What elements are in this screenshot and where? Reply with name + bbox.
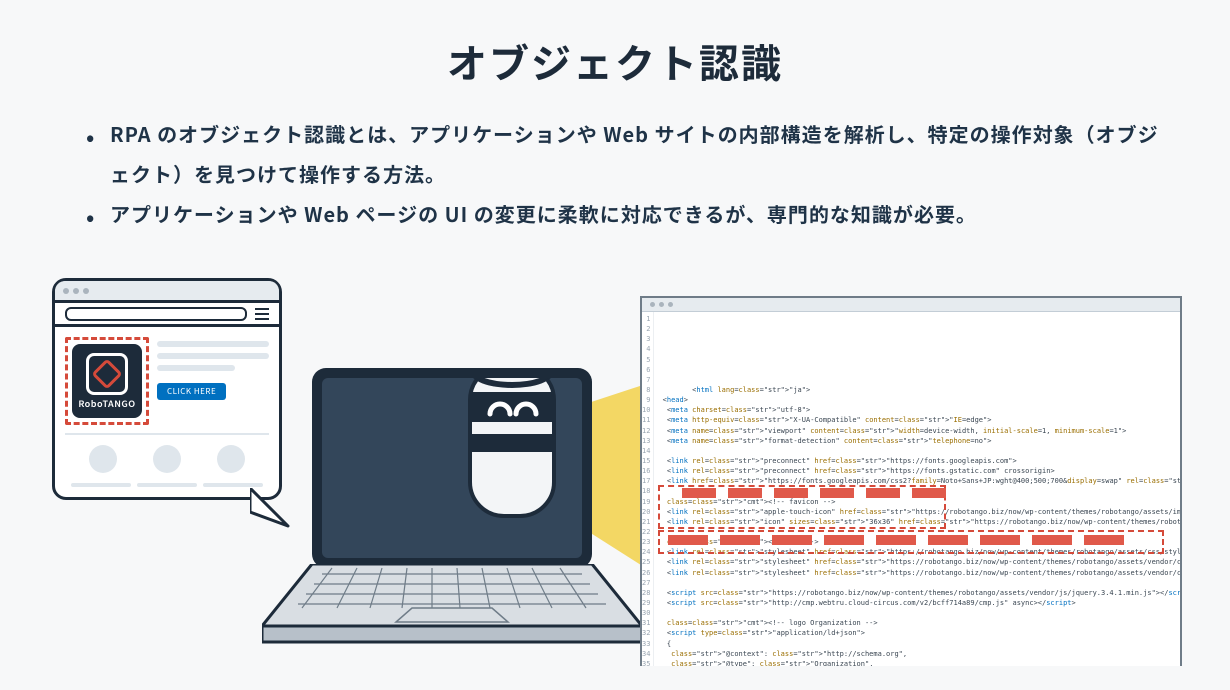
product-logo-card: RoboTANGO (72, 344, 142, 418)
traffic-light-icon (63, 288, 69, 294)
line-number-gutter: 1234567891011121314151617181920212223242… (642, 312, 654, 666)
avatar-placeholder-icon (217, 445, 245, 473)
avatar-placeholder-icon (153, 445, 181, 473)
url-field (65, 307, 247, 321)
bullet-list: RPA のオブジェクト認識とは、アプリケーションや Web サイトの内部構造を解… (100, 114, 1170, 234)
code-highlight-blocks (668, 535, 1124, 545)
product-logo-label: RoboTANGO (78, 397, 135, 410)
code-content: <html lang=class="str">"ja"> <head> <met… (654, 312, 1182, 666)
slide: オブジェクト認識 RPA のオブジェクト認識とは、アプリケーションや Web サ… (0, 0, 1230, 690)
bullet-item: RPA のオブジェクト認識とは、アプリケーションや Web サイトの内部構造を解… (100, 114, 1170, 194)
traffic-light-icon (83, 288, 89, 294)
robotango-logo-icon (86, 353, 128, 395)
traffic-light-icon (650, 302, 655, 307)
cta-button: CLICK HERE (157, 383, 226, 400)
traffic-light-icon (73, 288, 79, 294)
object-selection-outline: RoboTANGO (65, 337, 149, 425)
page-title: オブジェクト認識 (0, 0, 1230, 90)
traffic-light-icon (668, 302, 673, 307)
browser-preview: RoboTANGO CLICK HERE (52, 278, 282, 500)
code-selection-outline (658, 530, 1164, 554)
traffic-light-icon (659, 302, 664, 307)
placeholder-text: CLICK HERE (157, 337, 269, 400)
code-titlebar (642, 298, 1180, 312)
laptop-illustration (262, 368, 642, 668)
bullet-item: アプリケーションや Web ページの UI の変更に柔軟に対応できるが、専門的な… (100, 194, 1170, 234)
source-code-window: 1234567891011121314151617181920212223242… (640, 296, 1182, 666)
menu-icon (255, 308, 269, 320)
avatar-placeholder-icon (89, 445, 117, 473)
browser-titlebar (55, 281, 279, 303)
illustration: RoboTANGO CLICK HERE (52, 278, 1188, 678)
browser-url-bar (55, 303, 279, 327)
browser-body: RoboTANGO CLICK HERE (55, 327, 279, 495)
code-highlight-blocks (682, 488, 946, 498)
robot-icon (452, 378, 572, 534)
